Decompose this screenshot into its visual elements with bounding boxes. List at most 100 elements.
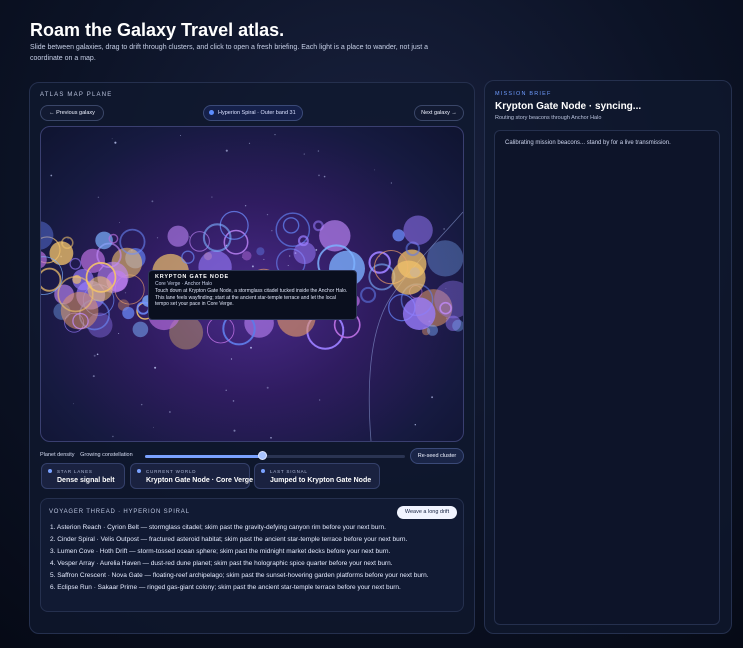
planet-node [242,251,252,261]
star [374,169,376,171]
planet-node [403,215,433,245]
star [114,141,117,144]
planet-node [223,229,249,255]
star [97,196,100,199]
voyager-list: 1. Asterion Reach · Cyrion Belt — stormg… [50,523,455,595]
star [118,332,120,335]
planet-node [206,315,235,344]
mission-subtitle: Routing story beacons through Anchor Hal… [495,115,602,121]
stat-value: Dense signal belt [57,477,115,484]
stat-last-signal: LAST SIGNAL Jumped to Krypton Gate Node [254,463,380,489]
star [119,222,121,223]
planet-node [69,257,82,270]
stat-label: CURRENT WORLD [146,469,197,474]
density-slider-thumb[interactable] [258,451,267,460]
stat-label: LAST SIGNAL [270,469,308,474]
planet-node [282,217,300,234]
star [233,429,236,432]
star [318,174,320,177]
star [151,200,154,203]
planet-node [427,324,438,336]
planet-node [368,263,396,291]
star [67,238,69,240]
list-item: 2. Cinder Spiral · Velis Outpost — fract… [50,536,408,543]
density-row: Planet density Growing constellation [40,452,133,458]
star [270,436,272,439]
star [154,366,157,369]
tooltip-title: KRYPTON GATE NODE [155,274,230,280]
planet-node [41,251,47,269]
star [271,230,273,232]
mission-kicker: MISSION BRIEF [495,91,552,97]
mission-title: Krypton Gate Node · syncing... [495,101,642,112]
density-label: Planet density [40,452,75,458]
star [251,265,254,268]
next-galaxy-button[interactable]: Next galaxy → [414,105,464,121]
stat-value: Krypton Gate Node · Core Verge [146,477,253,484]
list-item: 4. Vesper Array · Aurelia Haven — dust-r… [50,560,393,567]
planet-node [256,247,265,256]
planet-node [87,276,113,302]
stat-dot-icon [48,469,52,473]
star [287,265,289,266]
mission-body: Calibrating mission beacons... stand by … [505,140,671,146]
list-item: 3. Lumen Cove · Hoth Drift — storm-tosse… [50,548,391,555]
list-item: 6. Eclipse Run · Sakaar Prime — ringed g… [50,584,401,591]
planet-node [132,321,149,338]
stat-label: STAR LANES [57,469,93,474]
star [225,389,227,392]
star [188,236,190,238]
star [274,133,276,136]
star [431,396,434,399]
stat-current-world: CURRENT WORLD Krypton Gate Node · Core V… [130,463,253,489]
location-dot-icon [209,110,214,115]
star [153,426,154,428]
planet-node [319,220,351,252]
star [315,248,318,251]
stat-dot-icon [261,469,265,473]
weave-long-drift-button[interactable]: Weave a long drift [397,506,457,519]
planet-node [41,267,62,292]
star [112,435,114,438]
stat-star-lanes: STAR LANES Dense signal belt [41,463,125,489]
star [414,424,416,426]
star [140,403,143,406]
star [266,386,269,389]
star [263,258,265,260]
planet-node [391,260,426,295]
reseed-cluster-button[interactable]: Re-seed cluster [410,448,464,464]
atlas-kicker: ATLAS MAP PLANE [40,92,113,98]
star [93,354,96,357]
star [156,237,159,239]
planet-node [402,297,436,330]
star [317,150,320,152]
tooltip-body: Touch down at Krypton Gate Node, a storm… [155,288,348,307]
stat-dot-icon [137,469,141,473]
planet-tooltip: KRYPTON GATE NODE Core Verge · Anchor Ha… [148,270,357,320]
star [73,403,75,405]
mission-transmission-box: Calibrating mission beacons... stand by … [494,130,720,625]
planet-node [392,229,405,242]
star [244,205,247,207]
density-value-label: Growing constellation [80,452,133,458]
planet-node [167,225,189,247]
voyager-thread: VOYAGER THREAD · HYPERION SPIRAL Weave a… [40,498,464,612]
star [443,228,445,230]
page-subtitle: Slide between galaxies, drag to drift th… [30,44,429,62]
star [225,149,228,152]
star [50,174,53,177]
star [323,175,326,178]
star [169,411,171,413]
star [111,138,113,140]
star [289,255,291,257]
planet-node [122,306,135,320]
star [232,400,235,402]
star [390,182,393,184]
galaxy-location-chip: Hyperion Spiral · Outer band 31 [203,105,303,121]
density-slider-fill [145,455,262,458]
stat-value: Jumped to Krypton Gate Node [270,477,372,484]
previous-galaxy-button[interactable]: ← Previous galaxy [40,105,104,121]
density-slider-track[interactable] [145,455,405,458]
star [180,135,181,137]
planet-node [181,250,195,264]
